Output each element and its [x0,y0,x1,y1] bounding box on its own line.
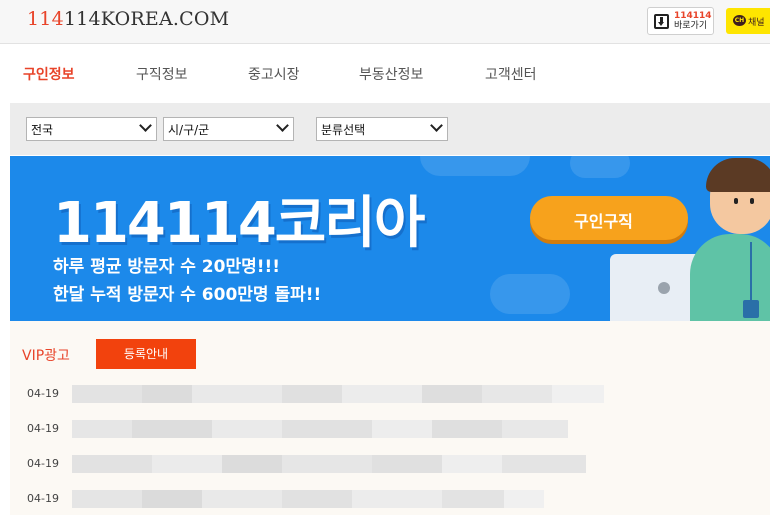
kakao-channel-label: 채널 [748,18,765,28]
kakao-chat-icon: CH [733,15,746,26]
nav-item-real-estate[interactable]: 부동산정보 [359,64,423,84]
lanyard-illustration [750,242,752,302]
logo-accent: 114 [27,8,64,30]
vip-ad-row[interactable]: 04-19 [10,420,770,440]
eye-icon [750,198,754,204]
district-select-value: 시/구/군 [168,123,210,137]
banner-pill-button[interactable]: 구인구직 [530,196,688,240]
region-select-value: 전국 [31,123,54,137]
id-badge-illustration [743,300,759,318]
blurred-ad-title [72,490,544,508]
app-download-button[interactable]: 114114 바로가기 [647,7,714,35]
banner-line-1: 하루 평균 방문자 수 20만명!!! [53,257,280,277]
app-button-number: 114114 [674,11,712,21]
banner-pill-label: 구인구직 [574,212,633,231]
site-logo[interactable]: 114114KOREA.COM [27,8,229,30]
eye-icon [734,198,738,204]
ad-date: 04-19 [27,422,59,435]
top-bar: 114114KOREA.COM 114114 바로가기 CH 채널 [0,0,770,44]
district-select[interactable]: 시/구/군 [163,117,294,141]
cloud-decoration [420,156,530,176]
category-select-value: 분류선택 [321,123,366,137]
vip-ad-row[interactable]: 04-19 [10,490,770,510]
vip-ad-row[interactable]: 04-19 [10,455,770,475]
cloud-decoration [570,156,630,178]
main-nav: 구인정보 구직정보 중고시장 부동산정보 고객센터 [0,44,770,102]
chevron-down-icon [430,119,443,132]
nav-item-job-offers[interactable]: 구인정보 [23,64,75,84]
vip-ad-row[interactable]: 04-19 [10,385,770,405]
category-select[interactable]: 분류선택 [316,117,448,141]
download-icon [654,14,669,29]
filter-bar: 전국 시/구/군 분류선택 [10,103,770,155]
promo-banner[interactable]: 114114코리아 하루 평균 방문자 수 20만명!!! 한달 누적 방문자 … [10,156,770,321]
nav-item-customer-center[interactable]: 고객센터 [485,64,537,84]
chevron-down-icon [139,119,152,132]
vip-ad-section: VIP광고 등록안내 04-19 04-19 04-19 04-19 [10,321,770,515]
banner-line-2: 한달 누적 방문자 수 600만명 돌파!! [53,285,322,305]
chevron-down-icon [276,119,289,132]
ad-date: 04-19 [27,457,59,470]
person-illustration-hair [706,158,770,192]
logo-text: 114KOREA.COM [63,8,230,30]
app-button-label: 바로가기 [674,21,708,31]
blurred-ad-title [72,455,586,473]
blurred-ad-title [72,385,604,403]
nav-item-used-market[interactable]: 중고시장 [248,64,300,84]
laptop-logo-icon [658,282,670,294]
cloud-decoration [490,274,570,314]
register-info-button[interactable]: 등록안내 [96,339,196,369]
region-select[interactable]: 전국 [26,117,157,141]
banner-title: 114114코리아 [53,191,425,256]
blurred-ad-title [72,420,568,438]
ad-date: 04-19 [27,492,59,505]
kakao-channel-button[interactable]: CH 채널 [726,8,770,34]
ad-date: 04-19 [27,387,59,400]
nav-item-job-seekers[interactable]: 구직정보 [136,64,188,84]
vip-section-title: VIP광고 [22,348,70,364]
